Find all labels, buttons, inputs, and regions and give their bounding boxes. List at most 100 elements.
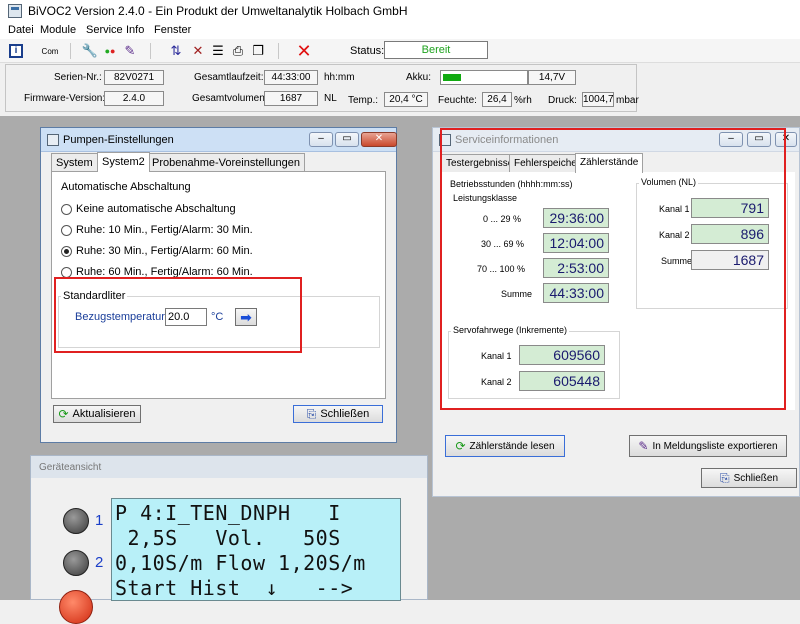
maximize-icon: ▭ [342,133,352,144]
tab-system2[interactable]: System2 [97,152,150,172]
menu-module[interactable]: Module [40,24,76,36]
close-window-button[interactable]: ✕ [361,132,397,147]
read-counters-label: Zählerstände lesen [469,440,555,452]
read-counters-button[interactable]: ⟳ Zählerstände lesen [445,435,565,457]
lcd-line: 0,10S/m Flow 1,20S/m [115,551,366,575]
temp-label: Temp.: [348,95,379,106]
export-list-icon: ✎ [638,439,649,453]
close-button[interactable]: ⎘ Schließen [701,468,797,488]
list-icon: ☰ [212,43,224,58]
export-button[interactable]: ✎ In Meldungsliste exportieren [629,435,787,457]
app-icon [8,4,22,18]
lcd-line: Start Hist ↓ --> [115,576,354,600]
close-label: Schließen [320,408,370,420]
radio-button[interactable] [61,224,72,236]
auto-off-title: Automatische Abschaltung [59,181,193,193]
radio-button[interactable] [61,203,72,215]
tab-system[interactable]: System [51,153,98,172]
knob-2[interactable] [63,550,89,576]
device-view-title: Geräteansicht [39,462,102,473]
leds-button[interactable]: ●● [100,41,120,61]
refresh-button[interactable]: ⟳ Aktualisieren [53,405,141,423]
title-bar: BiVOC2 Version 2.4.0 - Ein Produkt der U… [0,0,800,22]
lcd-display: P 4:I_TEN_DNPH I 2,5S Vol. 50S 0,10S/m F… [111,498,401,601]
humidity-label: Feuchte: [438,95,477,106]
wrench-button[interactable]: 🔧 [80,41,100,61]
toolbar-separator [278,43,279,59]
cross-signal-icon: ✕ [192,43,204,58]
close-label: Schließen [733,472,779,484]
knob-1[interactable] [63,508,89,534]
window-icon [47,134,59,146]
copy-button[interactable]: ❐ [248,41,268,61]
device-view-titlebar[interactable]: Geräteansicht [31,456,427,478]
tab-probenahme[interactable]: Probenahme-Voreinstellungen [147,153,305,172]
info-card-icon: i [9,44,23,58]
tab-zaehlerstaende[interactable]: Zählerstände [575,153,644,173]
option-30-60[interactable]: Ruhe: 30 Min., Fertig/Alarm: 60 Min. [61,244,253,258]
option-10-30[interactable]: Ruhe: 10 Min., Fertig/Alarm: 30 Min. [61,223,253,237]
list-button[interactable]: ☰ [208,41,228,61]
cancel-button[interactable]: ✕ [294,41,314,61]
runtime-unit: hh:mm [324,72,355,83]
runtime-label: Gesamtlaufzeit: [194,72,264,83]
menu-bar: Datei Module Service Info Fenster [0,22,800,39]
menu-fenster[interactable]: Fenster [154,24,191,36]
pump-settings-button[interactable]: ⇅ [166,41,186,61]
menu-service[interactable]: Service [86,24,123,36]
pressure-unit: mbar [616,95,639,106]
akku-level-fill [443,74,461,81]
refresh-icon: ⟳ [58,407,69,421]
menu-datei[interactable]: Datei [8,24,34,36]
refresh-icon: ⟳ [455,439,466,453]
leds-icon: ●● [104,46,116,56]
firmware-value: 2.4.0 [104,91,164,106]
device-info-panel: Serien-Nr.: 82V0271 Firmware-Version: 2.… [5,64,639,112]
pump-settings-titlebar[interactable]: Pumpen-Einstellungen – ▭ ✕ [41,128,397,152]
volume-label: Gesamtvolumen: [192,93,268,104]
akku-level-bar [440,70,528,85]
device-view-window: Geräteansicht 1 2 P 4:I_TEN_DNPH I 2,5S … [30,455,428,624]
app-title: BiVOC2 Version 2.4.0 - Ein Produkt der U… [28,4,408,18]
cross-signal-button[interactable]: ✕ [188,41,208,61]
export-label: In Meldungsliste exportieren [652,440,778,452]
akku-label: Akku: [406,72,432,83]
knob-1-label: 1 [95,512,104,529]
print-icon: ⎙ [232,43,244,58]
minimize-button[interactable]: – [309,132,333,147]
volume-value: 1687 [264,91,318,106]
device-info-button[interactable]: i [6,41,26,61]
valve-icon: ⇅ [170,43,182,58]
volume-unit: NL [324,93,337,104]
pressure-value: 1004,7 [582,92,614,107]
akku-voltage: 14,7V [528,70,576,85]
option-label: Ruhe: 10 Min., Fertig/Alarm: 30 Min. [76,224,253,236]
edit-button[interactable]: ✎ [120,41,140,61]
radio-button[interactable] [61,245,72,257]
minimize-icon: – [318,133,324,144]
com-label: Com [41,46,59,56]
lcd-line: 2,5S Vol. 50S [115,526,341,550]
menu-info[interactable]: Info [126,24,144,36]
serial-label: Serien-Nr.: [54,72,102,83]
print-button[interactable]: ⎙ [228,41,248,61]
option-label: Keine automatische Abschaltung [76,203,236,215]
com-button[interactable]: Com [38,41,62,61]
maximize-button[interactable]: ▭ [335,132,359,147]
runtime-value: 44:33:00 [264,70,318,85]
knob-3-red[interactable] [59,590,93,624]
humidity-value: 26,4 [482,92,512,107]
close-door-icon: ⎘ [719,470,730,485]
status-label: Status: [350,45,385,57]
status-field: Bereit [384,41,488,59]
pressure-label: Druck: [548,95,577,106]
annotation-box [54,277,302,353]
radio-button[interactable] [61,266,72,278]
copy-icon: ❐ [252,43,264,58]
close-icon: ✕ [374,133,384,144]
close-button[interactable]: ⎘ Schließen [293,405,383,423]
temp-value: 20,4 °C [384,92,428,107]
option-no-auto-off[interactable]: Keine automatische Abschaltung [61,202,236,216]
toolbar-separator [70,43,71,59]
toolbar: i Com 🔧 ●● ✎ ⇅ ✕ ☰ ⎙ ❐ ✕ Status: Bereit [0,39,800,63]
